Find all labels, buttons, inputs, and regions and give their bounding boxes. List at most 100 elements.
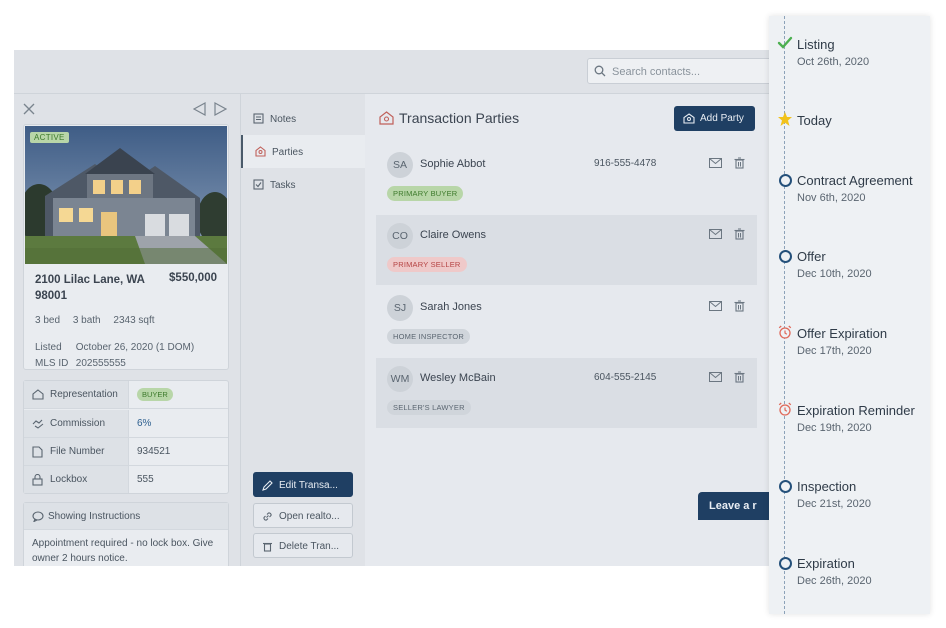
avatar: SJ — [387, 295, 413, 321]
party-row[interactable]: SA Sophie Abbot 916-555-4478 PRIMARY BUY… — [376, 144, 757, 214]
timeline-date: Dec 17th, 2020 — [797, 345, 872, 357]
trash-icon[interactable] — [734, 228, 745, 240]
party-role-badge: HOME INSPECTOR — [387, 329, 471, 344]
search-box[interactable] — [587, 58, 769, 84]
close-icon[interactable] — [23, 103, 35, 115]
file-number-value: 934521 — [137, 446, 171, 457]
top-bar — [14, 50, 769, 94]
baths: 3 bath — [72, 315, 101, 326]
edit-transaction-button[interactable]: Edit Transa... — [253, 472, 353, 497]
listing-specs: 3 bed 3 bath 2343 sqft — [35, 315, 165, 326]
nav-label: Notes — [270, 114, 297, 125]
representation-badge: BUYER — [137, 388, 173, 401]
avatar: SA — [387, 152, 413, 178]
party-name: Sophie Abbot — [420, 158, 486, 170]
timeline-title: Offer Expiration — [797, 326, 888, 341]
lock-icon — [32, 474, 43, 486]
mls-value: 202555555 — [75, 358, 126, 369]
timeline-title: Expiration — [797, 556, 855, 571]
showing-title: Showing Instructions — [48, 511, 141, 522]
leave-review-button[interactable]: Leave a r — [698, 492, 778, 520]
notes-icon — [253, 113, 264, 124]
previous-icon[interactable] — [193, 102, 206, 116]
listing-meta: Listed October 26, 2020 (1 DOM) MLS ID 2… — [35, 340, 194, 372]
timeline-item: Offer Dec 10th, 2020 — [769, 247, 930, 297]
timeline-date: Nov 6th, 2020 — [797, 192, 866, 204]
trash-icon[interactable] — [734, 157, 745, 169]
party-name: Sarah Jones — [420, 301, 482, 313]
leave-review-label: Leave a r — [709, 500, 757, 512]
timeline-title: Inspection — [797, 479, 857, 494]
timeline-item: Inspection Dec 21st, 2020 — [769, 477, 930, 527]
mail-icon[interactable] — [709, 229, 722, 239]
trash-icon[interactable] — [734, 371, 745, 383]
timeline-item: Expiration Dec 26th, 2020 — [769, 554, 930, 604]
delete-transaction-button[interactable]: Delete Tran... — [253, 533, 353, 558]
avatar: WM — [387, 366, 413, 392]
listed-label: Listed — [35, 342, 62, 353]
listing-panel: ACTIVE 2100 Lilac Lane, WA 98001 $550,00… — [14, 94, 240, 566]
showing-text: Appointment required - no lock box. Give… — [32, 538, 214, 564]
parties-title: Transaction Parties — [399, 110, 520, 126]
timeline-title: Today — [797, 113, 832, 128]
timeline-item: Expiration Reminder Dec 19th, 2020 — [769, 401, 930, 451]
party-row[interactable]: WM Wesley McBain 604-555-2145 SELLER'S L… — [376, 358, 757, 428]
details-row-file-number: File Number 934521 — [24, 438, 228, 466]
lockbox-value: 555 — [137, 474, 154, 485]
file-icon — [32, 446, 43, 458]
details-row-commission: Commission 6% — [24, 410, 228, 438]
add-party-icon — [683, 113, 695, 124]
search-icon — [594, 65, 606, 77]
timeline-title: Offer — [797, 249, 826, 264]
party-role-badge: PRIMARY SELLER — [387, 257, 467, 272]
listed-value: October 26, 2020 (1 DOM) — [75, 342, 195, 353]
chat-icon — [32, 511, 44, 522]
details-row-lockbox: Lockbox 555 — [24, 466, 228, 493]
alarm-icon — [778, 402, 792, 416]
commission-value[interactable]: 6% — [137, 418, 151, 429]
timeline-item: Contract Agreement Nov 6th, 2020 — [769, 171, 930, 221]
trash-icon — [263, 542, 272, 552]
next-icon[interactable] — [214, 102, 227, 116]
timeline-item: Offer Expiration Dec 17th, 2020 — [769, 324, 930, 374]
listing-price: $550,000 — [169, 272, 217, 284]
mls-label: MLS ID — [35, 358, 69, 369]
sqft: 2343 sqft — [113, 315, 155, 326]
party-name: Claire Owens — [420, 229, 487, 241]
timeline-item: Today — [769, 111, 930, 161]
showing-instructions: Showing Instructions Appointment require… — [23, 502, 229, 566]
party-row[interactable]: SJ Sarah Jones HOME INSPECTOR — [376, 287, 757, 357]
listing-card[interactable]: ACTIVE 2100 Lilac Lane, WA 98001 $550,00… — [23, 124, 229, 370]
beds: 3 bed — [35, 315, 61, 326]
alarm-icon — [778, 325, 792, 339]
details-label: Representation — [50, 389, 118, 400]
trash-icon[interactable] — [734, 300, 745, 312]
nav-tasks[interactable]: Tasks — [241, 168, 365, 201]
timeline-date: Dec 26th, 2020 — [797, 575, 872, 587]
open-realtor-button[interactable]: Open realto... — [253, 503, 353, 528]
details-label: Commission — [50, 418, 106, 429]
house-icon — [32, 389, 44, 400]
timeline-date: Oct 26th, 2020 — [797, 56, 870, 68]
handshake-icon — [32, 419, 44, 429]
parties-icon — [255, 146, 266, 157]
circle-icon — [777, 554, 793, 570]
nav-label: Parties — [272, 147, 304, 158]
timeline-title: Listing — [797, 37, 835, 52]
search-input[interactable] — [610, 62, 769, 82]
mail-icon[interactable] — [709, 301, 722, 311]
details-table: Representation BUYER Commission 6% File … — [23, 380, 229, 494]
timeline-panel: Listing Oct 26th, 2020 Today Contract Ag… — [769, 16, 930, 614]
nav-parties[interactable]: Parties — [241, 135, 365, 168]
listing-address: 2100 Lilac Lane, WA 98001 — [35, 274, 145, 302]
mail-icon[interactable] — [709, 158, 722, 168]
party-row[interactable]: CO Claire Owens PRIMARY SELLER — [376, 215, 757, 285]
open-realtor-label: Open realto... — [279, 511, 340, 522]
nav-notes[interactable]: Notes — [241, 102, 365, 135]
star-icon — [778, 112, 792, 126]
timeline-title: Expiration Reminder — [797, 403, 915, 418]
add-party-label: Add Party — [700, 113, 744, 124]
timeline-date: Dec 21st, 2020 — [797, 498, 871, 510]
mail-icon[interactable] — [709, 372, 722, 382]
add-party-button[interactable]: Add Party — [674, 106, 755, 131]
